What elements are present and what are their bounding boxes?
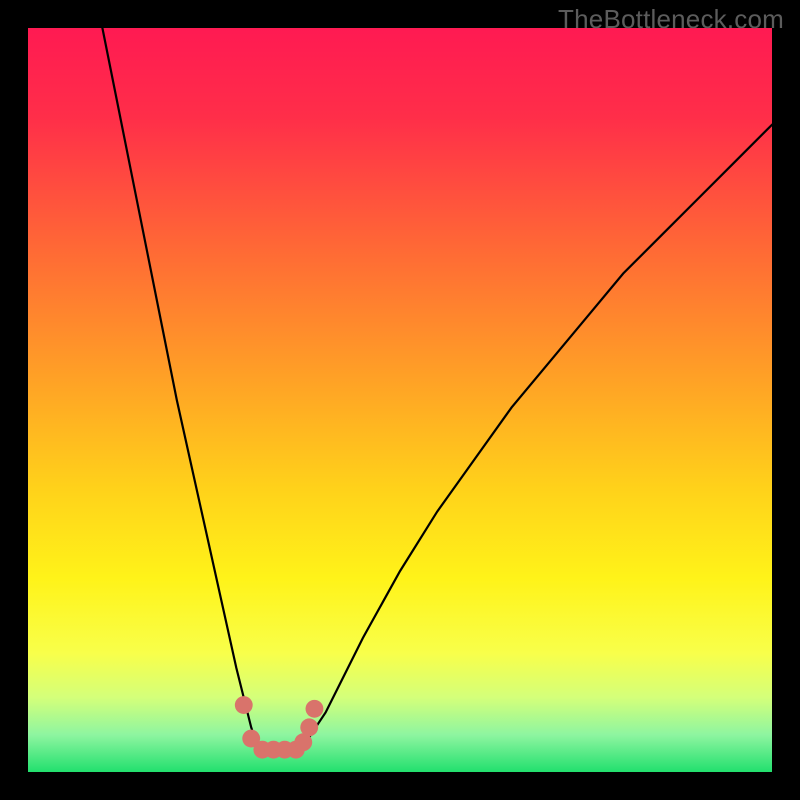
marker-dot xyxy=(306,700,324,718)
marker-dot xyxy=(300,718,318,736)
gradient-background xyxy=(28,28,772,772)
watermark-text: TheBottleneck.com xyxy=(558,4,784,35)
plot-area xyxy=(28,28,772,772)
marker-dot xyxy=(235,696,253,714)
plot-svg xyxy=(28,28,772,772)
chart-frame: TheBottleneck.com xyxy=(0,0,800,800)
